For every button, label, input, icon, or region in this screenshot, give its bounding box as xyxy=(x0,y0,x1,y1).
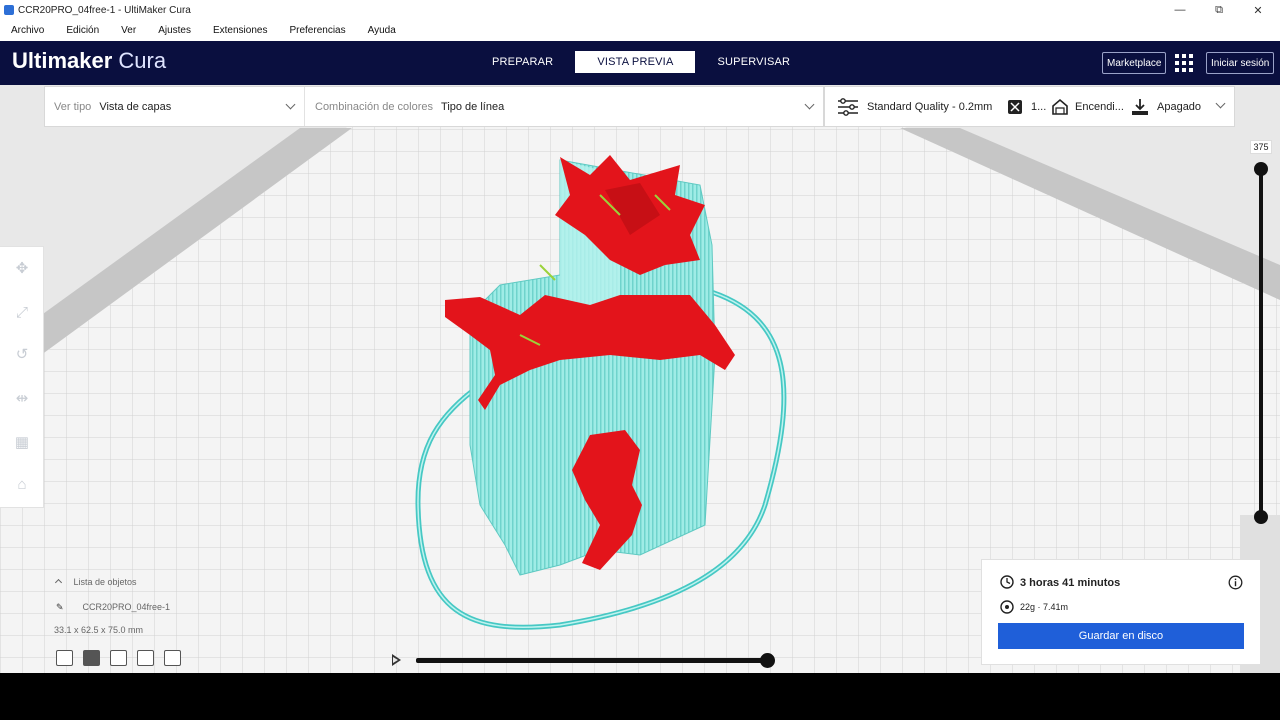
support-icon xyxy=(1052,98,1068,115)
infill-icon xyxy=(1008,99,1022,114)
chevron-down-icon xyxy=(285,99,296,110)
front-view-icon[interactable] xyxy=(83,650,100,666)
view-settings-bar: Ver tipo Vista de capas Combinación de c… xyxy=(44,86,824,127)
save-to-disk-button[interactable]: Guardar en disco xyxy=(998,623,1244,649)
support-value: Encendi... xyxy=(1075,100,1124,113)
menu-ayuda[interactable]: Ayuda xyxy=(357,25,407,36)
view-type-label: Ver tipo xyxy=(54,100,92,113)
chevron-down-icon xyxy=(804,99,815,110)
material-usage: 22g · 7.41m xyxy=(1020,602,1069,612)
layer-slider-top-handle[interactable] xyxy=(1254,162,1268,176)
quality-setting[interactable]: Standard Quality - 0.2mm xyxy=(837,87,992,126)
stage-tabs: PREPARAR VISTA PREVIA SUPERVISAR xyxy=(470,51,812,73)
layer-number[interactable]: 375 xyxy=(1250,140,1272,154)
tool-panel: ✥ ⤢ ↺ ⇹ ▦ ⌂ xyxy=(0,246,44,508)
window-title-bar: CCR20PRO_04free-1 - UltiMaker Cura — ⧉ ✕ xyxy=(0,0,1280,20)
3d-view-icon[interactable] xyxy=(56,650,73,666)
window-title: CCR20PRO_04free-1 - UltiMaker Cura xyxy=(18,4,191,16)
quality-value: Standard Quality - 0.2mm xyxy=(867,100,993,113)
sliders-icon xyxy=(838,97,858,116)
color-scheme-value: Tipo de línea xyxy=(441,100,505,113)
menu-ver[interactable]: Ver xyxy=(110,25,147,36)
brand-logo: Ultimaker Cura xyxy=(12,48,166,74)
object-list-title: Lista de objetos xyxy=(73,577,137,587)
marketplace-button[interactable]: Marketplace xyxy=(1102,52,1167,74)
tab-supervisar[interactable]: SUPERVISAR xyxy=(695,51,812,73)
support-blocker-icon[interactable]: ⌂ xyxy=(12,475,32,495)
brand-light: Cura xyxy=(118,48,167,73)
camera-view-buttons xyxy=(56,650,191,666)
support-setting[interactable]: Encendi... xyxy=(1051,87,1124,126)
tab-vista-previa[interactable]: VISTA PREVIA xyxy=(575,51,696,73)
menu-bar: Archivo Edición Ver Ajustes Extensiones … xyxy=(0,20,1280,41)
view-type-value: Vista de capas xyxy=(99,100,172,113)
per-model-settings-icon[interactable]: ▦ xyxy=(12,433,32,453)
menu-extensiones[interactable]: Extensiones xyxy=(202,25,278,36)
brand-bold: Ultimaker xyxy=(12,48,113,73)
mirror-icon[interactable]: ⇹ xyxy=(12,389,32,409)
adhesion-setting[interactable]: Apagado xyxy=(1131,87,1201,126)
app-icon xyxy=(4,5,14,15)
info-icon[interactable] xyxy=(1228,575,1243,590)
spool-icon xyxy=(1000,600,1014,614)
cura-window: CCR20PRO_04free-1 - UltiMaker Cura — ⧉ ✕… xyxy=(0,0,1280,720)
print-settings-bar[interactable]: Standard Quality - 0.2mm 1... Encendi...… xyxy=(824,86,1235,127)
menu-preferencias[interactable]: Preferencias xyxy=(278,25,356,36)
top-view-icon[interactable] xyxy=(110,650,127,666)
menu-archivo[interactable]: Archivo xyxy=(0,25,55,36)
path-slider-handle[interactable] xyxy=(760,653,775,668)
scale-icon[interactable]: ⤢ xyxy=(12,303,32,323)
menu-edicion[interactable]: Edición xyxy=(55,25,110,36)
left-view-icon[interactable] xyxy=(137,650,154,666)
chevron-down-icon[interactable] xyxy=(1215,98,1226,109)
object-dimensions: 33.1 x 62.5 x 75.0 mm xyxy=(54,625,144,635)
bottom-black-strip xyxy=(0,673,1280,720)
clock-icon xyxy=(1000,575,1014,589)
play-icon[interactable] xyxy=(392,654,401,666)
signin-button[interactable]: Iniciar sesión xyxy=(1206,52,1275,74)
infill-setting[interactable]: 1... xyxy=(1007,87,1046,126)
maximize-button[interactable]: ⧉ xyxy=(1199,0,1239,20)
adhesion-icon xyxy=(1132,98,1148,115)
move-icon[interactable]: ✥ xyxy=(12,259,32,279)
view-type-dropdown[interactable]: Ver tipo Vista de capas xyxy=(45,87,305,126)
object-name: CCR20PRO_04free-1 xyxy=(82,602,171,612)
object-list-item[interactable]: ✎ CCR20PRO_04free-1 xyxy=(56,602,170,613)
color-scheme-dropdown[interactable]: Combinación de colores Tipo de línea xyxy=(305,87,823,126)
print-info-panel: 3 horas 41 minutos 22g · 7.41m Guardar e… xyxy=(981,559,1261,665)
minimize-button[interactable]: — xyxy=(1160,0,1200,20)
rotate-icon[interactable]: ↺ xyxy=(12,345,32,365)
object-list-toggle[interactable]: Lista de objetos xyxy=(54,577,137,587)
right-view-icon[interactable] xyxy=(164,650,181,666)
print-time: 3 horas 41 minutos xyxy=(1020,577,1121,589)
apps-grid-icon[interactable] xyxy=(1175,54,1193,72)
infill-value: 1... xyxy=(1031,100,1047,113)
pencil-icon: ✎ xyxy=(56,602,64,612)
menu-ajustes[interactable]: Ajustes xyxy=(147,25,202,36)
close-button[interactable]: ✕ xyxy=(1238,0,1278,20)
color-scheme-label: Combinación de colores xyxy=(315,100,434,113)
tab-preparar[interactable]: PREPARAR xyxy=(470,51,575,73)
layer-slider-track[interactable] xyxy=(1259,168,1263,518)
chevron-up-icon xyxy=(54,578,63,587)
app-header: Ultimaker Cura PREPARAR VISTA PREVIA SUP… xyxy=(0,41,1280,85)
layer-slider-bottom-handle[interactable] xyxy=(1254,510,1268,524)
adhesion-value: Apagado xyxy=(1157,100,1202,113)
path-slider-track[interactable] xyxy=(416,658,768,663)
